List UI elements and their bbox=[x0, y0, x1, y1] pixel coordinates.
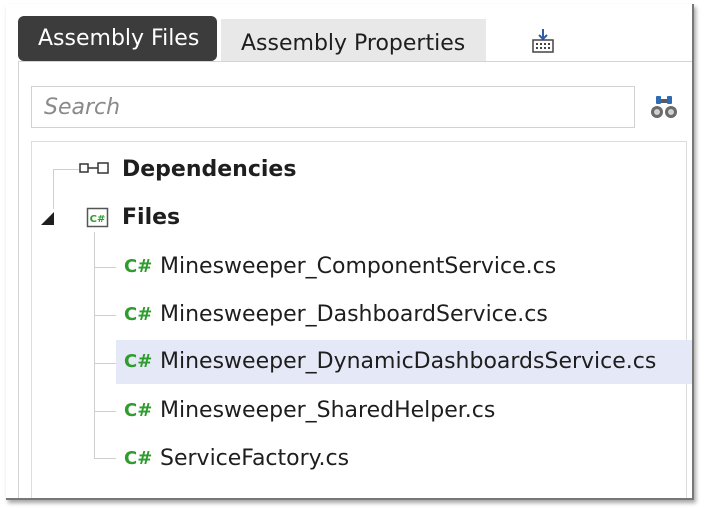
csharp-file-icon: C# bbox=[124, 448, 153, 469]
tab-assembly-files[interactable]: Assembly Files bbox=[18, 16, 217, 61]
csharp-file-icon: C# bbox=[124, 256, 153, 277]
svg-text:C#: C# bbox=[90, 214, 106, 225]
tree-connector bbox=[53, 169, 79, 170]
tree-connector bbox=[94, 267, 116, 268]
dependencies-icon bbox=[79, 161, 111, 177]
tree-node-files[interactable]: Files bbox=[122, 196, 180, 240]
tree-connector bbox=[94, 411, 116, 412]
export-download-icon[interactable] bbox=[528, 26, 558, 56]
file-item[interactable]: C# Minesweeper_SharedHelper.cs bbox=[116, 389, 505, 433]
file-item-selected[interactable]: C# Minesweeper_DynamicDashboardsService.c… bbox=[116, 340, 692, 384]
tree-node-label: Dependencies bbox=[122, 157, 297, 182]
binoculars-icon[interactable] bbox=[649, 93, 679, 123]
file-item-label: Minesweeper_DynamicDashboardsService.cs bbox=[160, 349, 657, 374]
csharp-folder-icon: C# bbox=[86, 206, 110, 230]
file-item-label: ServiceFactory.cs bbox=[160, 446, 350, 471]
tree-node-label: Files bbox=[122, 205, 181, 230]
collapse-arrow-icon[interactable] bbox=[41, 212, 54, 225]
file-item[interactable]: C# ServiceFactory.cs bbox=[116, 437, 359, 481]
file-item-label: Minesweeper_DashboardService.cs bbox=[160, 302, 548, 327]
panel-border bbox=[18, 61, 19, 498]
csharp-file-icon: C# bbox=[124, 304, 153, 325]
assembly-panel: Assembly Files Assembly Properties Searc… bbox=[6, 4, 694, 500]
file-item-label: Minesweeper_SharedHelper.cs bbox=[160, 398, 496, 423]
tree-connector bbox=[94, 458, 116, 459]
tree-connector bbox=[94, 232, 95, 458]
file-item[interactable]: C# Minesweeper_DashboardService.cs bbox=[116, 293, 558, 337]
search-box bbox=[31, 86, 635, 128]
assembly-tree: Dependencies C# Files C# Minesweeper_Comp… bbox=[31, 141, 692, 498]
csharp-file-icon: C# bbox=[124, 400, 153, 421]
csharp-file-icon: C# bbox=[124, 351, 153, 372]
tree-connector bbox=[94, 315, 116, 316]
file-item-label: Minesweeper_ComponentService.cs bbox=[160, 254, 557, 279]
tree-connector bbox=[94, 363, 116, 364]
tree-node-dependencies[interactable]: Dependencies bbox=[122, 148, 296, 192]
tab-strip-divider bbox=[18, 61, 692, 62]
tree-connector bbox=[53, 169, 54, 209]
file-item[interactable]: C# Minesweeper_ComponentService.cs bbox=[116, 245, 566, 289]
tab-assembly-properties[interactable]: Assembly Properties bbox=[221, 19, 486, 61]
search-input[interactable] bbox=[32, 87, 634, 127]
